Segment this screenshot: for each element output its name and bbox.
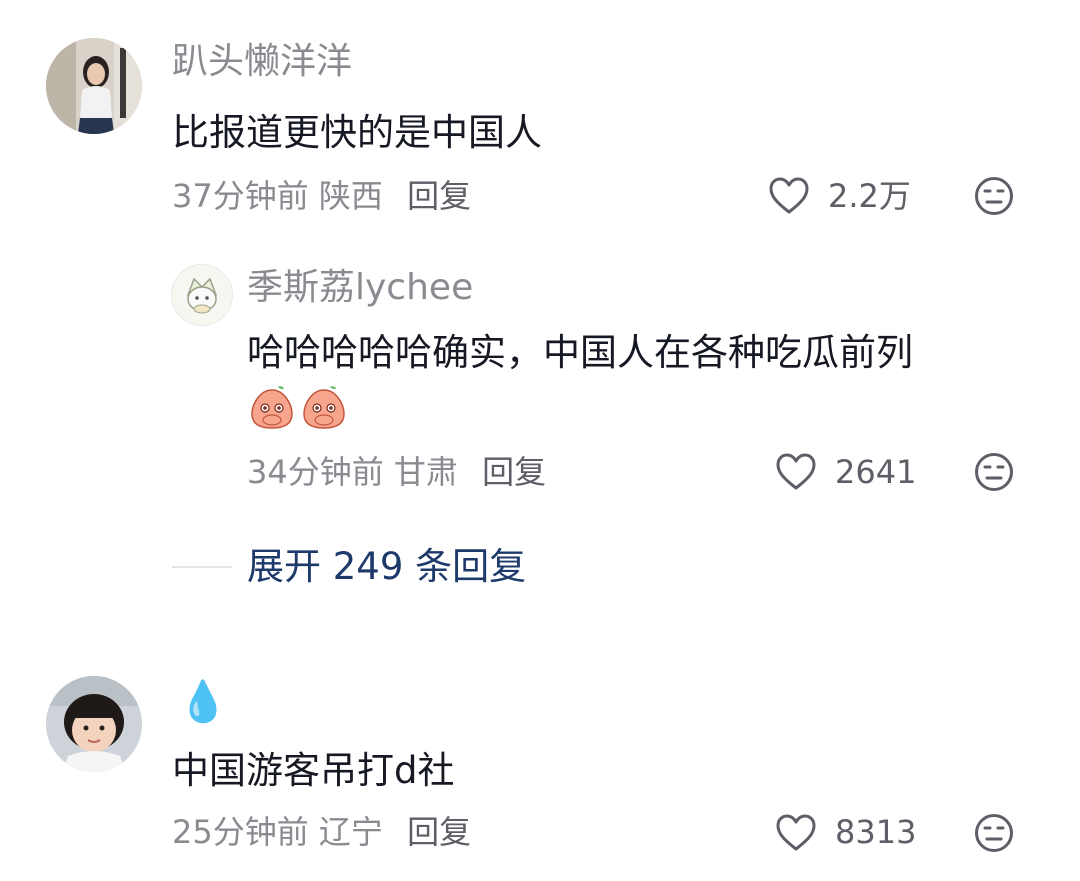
reply-text: 哈哈哈哈哈确实，中国人在各种吃瓜前列 (247, 331, 913, 374)
comment-username[interactable]: 💧 (178, 678, 228, 726)
meh-face-icon[interactable] (974, 452, 1014, 492)
meh-face-icon[interactable] (974, 176, 1014, 216)
comment-time: 37分钟前 (172, 177, 309, 215)
avatar[interactable] (46, 38, 142, 134)
reply-button[interactable]: 回复 (407, 813, 471, 851)
reply-location: 甘肃 (393, 453, 458, 491)
heart-outline-icon[interactable] (775, 452, 817, 492)
comment-meta: 37分钟前 陕西 回复 (172, 176, 471, 216)
meh-face-icon[interactable] (974, 813, 1014, 853)
peach-cover-mouth-emoji (251, 386, 345, 429)
comment-location: 辽宁 (318, 813, 383, 851)
divider (172, 566, 232, 568)
like-count: 2.2万 (828, 177, 911, 215)
comment-time: 25分钟前 (172, 813, 309, 851)
reply-username[interactable]: 季斯荔lychee (247, 266, 473, 310)
reply-time: 34分钟前 (247, 453, 384, 491)
emoji-row (248, 384, 352, 430)
heart-outline-icon[interactable] (775, 813, 817, 853)
comment-location: 陕西 (318, 177, 383, 215)
reply-button[interactable]: 回复 (407, 177, 471, 215)
heart-outline-icon[interactable] (768, 176, 810, 216)
comment-text: 比报道更快的是中国人 (172, 111, 542, 154)
like-count: 2641 (835, 453, 917, 491)
comment-username[interactable]: 趴头懒洋洋 (172, 40, 352, 84)
reply-button[interactable]: 回复 (482, 453, 546, 491)
reply-meta: 34分钟前 甘肃 回复 (247, 452, 546, 492)
comment-meta: 25分钟前 辽宁 回复 (172, 812, 471, 852)
avatar-photo (46, 676, 142, 772)
avatar-photo (46, 38, 142, 134)
like-count: 8313 (835, 813, 917, 851)
avatar[interactable] (171, 264, 233, 326)
expand-replies-button[interactable]: 展开 249 条回复 (247, 544, 526, 590)
avatar-cartoon (172, 265, 232, 325)
comment-text: 中国游客吊打d社 (172, 749, 455, 792)
avatar[interactable] (46, 676, 142, 772)
